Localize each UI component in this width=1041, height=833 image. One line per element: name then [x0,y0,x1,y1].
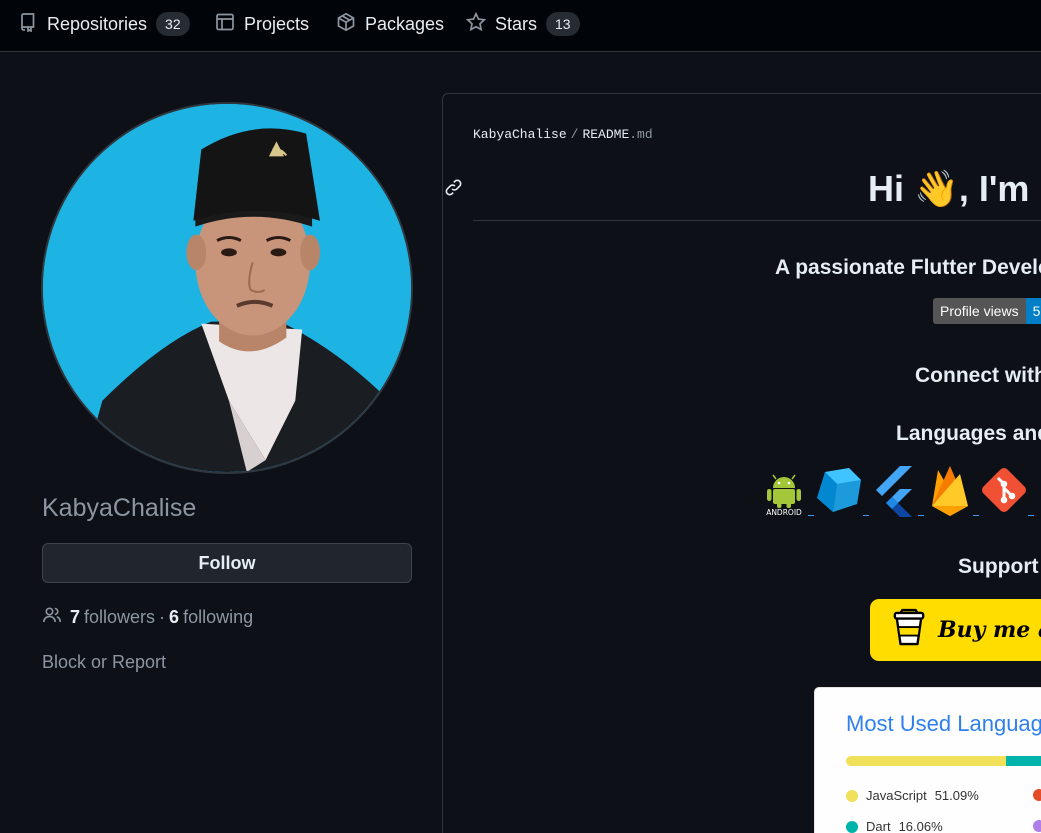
firebase-icon[interactable] [922,462,978,518]
legend-percent: 51.09% [934,788,979,803]
following-link[interactable]: following [183,607,253,628]
tab-stars[interactable]: Stars 13 [465,0,580,48]
followers-count[interactable]: 7 [70,607,80,628]
following-count[interactable]: 6 [169,607,179,628]
legend-name: JavaScript [866,788,927,803]
svg-text:ANDROID: ANDROID [766,508,802,517]
breadcrumb-separator: / [570,127,579,142]
package-icon [336,12,356,37]
follow-button[interactable]: Follow [42,543,412,583]
language-legend-item: Dart 16.06% [846,819,943,833]
buy-me-a-coffee-label: Buy me a [938,617,1041,643]
legend-percent: 16.06% [898,819,943,833]
legend-name: Dart [866,819,891,833]
legend-dot [846,820,858,833]
tab-label: Stars [495,13,538,34]
git-icon[interactable] [976,462,1032,518]
language-bar-dart [1006,756,1041,766]
tab-packages[interactable]: Packages [336,0,444,48]
people-icon [42,605,66,630]
dart-icon[interactable] [811,462,867,518]
stars-count: 13 [546,12,580,36]
tab-label: Packages [365,13,445,34]
android-icon[interactable]: ANDROID [756,462,812,518]
profile-views-badge: Profile views 5 [933,298,1041,324]
breadcrumb-owner[interactable]: KabyaChalise [473,127,567,142]
followers-link[interactable]: followers [84,607,155,628]
top-languages-card: Most Used Languag JavaScript 51.09% Dart… [814,687,1041,833]
readme-greeting: Hi 👋, I'm [868,168,1030,209]
repo-icon [18,12,38,37]
followers-summary: 7 followers · 6 following [42,605,253,630]
breadcrumb: KabyaChalise / README.md [473,127,653,142]
badge-label: Profile views [933,298,1026,324]
connect-heading: Connect with [915,364,1041,387]
link-icon[interactable] [444,178,463,197]
icon-link-underline [1028,515,1034,516]
tab-projects[interactable]: Projects [215,0,309,48]
coffee-cup-icon [892,608,926,653]
flutter-icon[interactable] [868,462,924,518]
breadcrumb-file[interactable]: README.md [582,127,652,142]
avatar[interactable] [41,102,413,474]
block-or-report-link[interactable]: Block or Report [42,652,166,673]
language-legend-item: JavaScript 51.09% [846,788,979,803]
readme-tagline: A passionate Flutter Develo [775,256,1041,279]
support-heading: Support [958,555,1039,578]
star-icon [465,11,487,37]
card-title: Most Used Languag [846,711,1041,736]
badge-value: 5 [1025,298,1041,324]
legend-dot [1033,820,1041,832]
table-icon [215,12,235,37]
tab-label: Projects [244,13,310,34]
repositories-count: 32 [156,12,190,36]
language-bar-javascript [846,756,1006,766]
heading-divider [473,220,1041,221]
tab-repositories[interactable]: Repositories 32 [18,0,190,48]
separator-dot: · [159,607,166,627]
languages-heading: Languages and [896,422,1041,445]
legend-dot [846,789,858,802]
profile-username: KabyaChalise [42,494,197,522]
tab-label: Repositories [47,13,148,34]
legend-dot [1033,789,1041,801]
buy-me-a-coffee-button[interactable]: Buy me a [870,599,1041,661]
profile-tab-bar: Repositories 32 Projects Packages Stars … [0,0,1041,52]
